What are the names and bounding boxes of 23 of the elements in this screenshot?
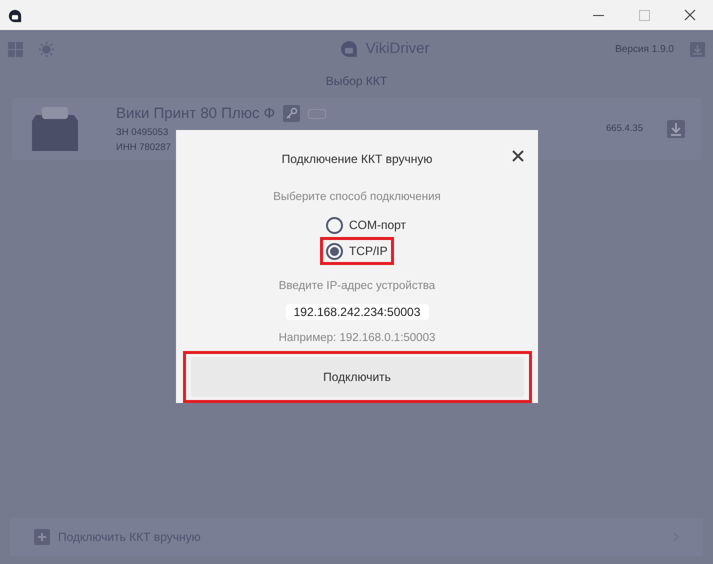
sun-icon[interactable] (39, 42, 54, 56)
app-logo-icon (340, 40, 358, 58)
example-hint: Например: 192.168.0.1:50003 (278, 332, 436, 344)
ip-address-field[interactable]: 192.168.242.234:50003 (286, 304, 428, 320)
inn-number: ИНН 780287 (116, 141, 172, 156)
close-icon (684, 9, 696, 21)
printer-drawing (30, 105, 80, 153)
method-label: Выберите способ подключения (273, 191, 441, 203)
download-icon[interactable] (690, 42, 705, 56)
minimize-icon (592, 14, 604, 16)
firmware-version: 665.4.35 (606, 122, 643, 136)
radio-option[interactable]: COM-порт (322, 214, 410, 236)
version-text: Версия 1.9.0 (615, 42, 674, 56)
connect-button[interactable]: Подключить (190, 357, 524, 397)
ip-label: Введите IP-адрес устройства (278, 280, 436, 292)
maximize-icon (638, 10, 650, 20)
key-icon (283, 105, 300, 122)
download-icon[interactable] (667, 120, 685, 138)
plus-icon (34, 529, 50, 545)
serial-number: ЗН 0495053 (116, 126, 170, 140)
grid-icon[interactable] (8, 42, 23, 56)
app-logo-icon (8, 8, 22, 23)
radio-option[interactable]: TCP/IP (322, 240, 391, 262)
